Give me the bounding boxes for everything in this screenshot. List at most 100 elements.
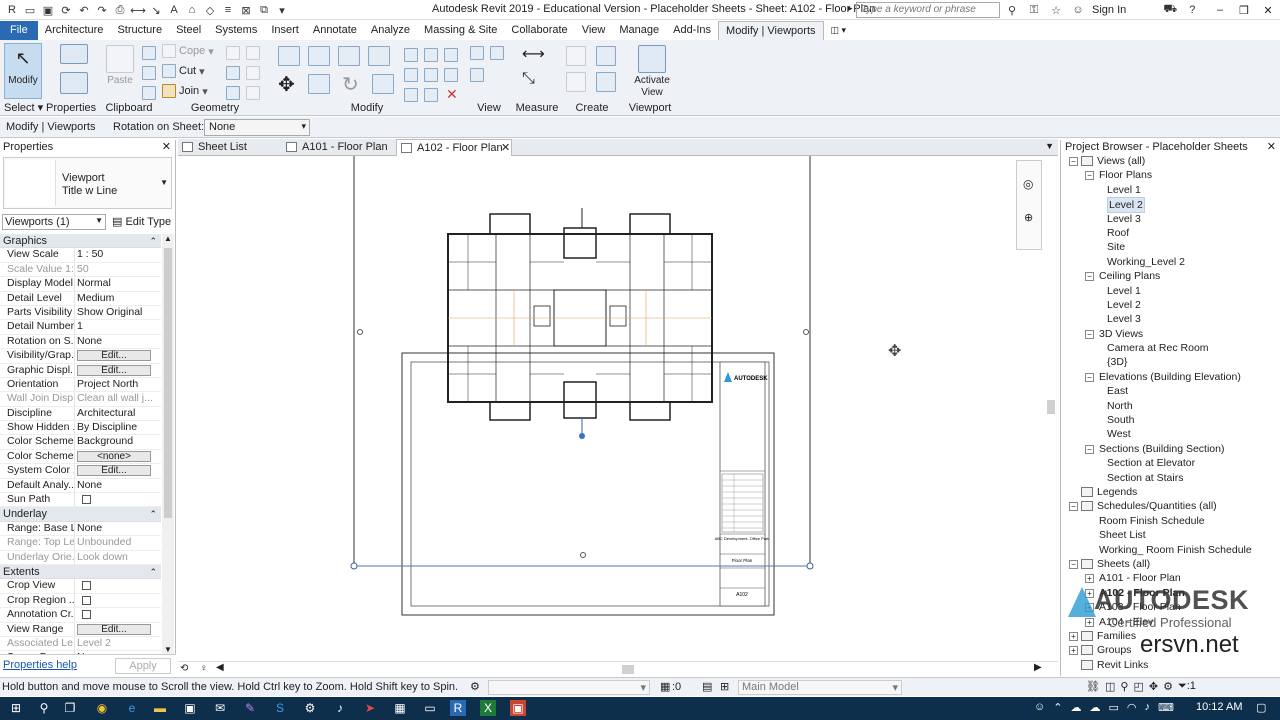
expand-icon[interactable]: + (1085, 588, 1094, 598)
skype-icon[interactable]: S (272, 700, 288, 716)
sync-icon[interactable]: ⟳ (58, 2, 74, 18)
collapse-icon[interactable]: − (1069, 559, 1078, 569)
tree-item[interactable]: Room Finish Schedule (1061, 514, 1280, 528)
app-icon[interactable]: ▦ (392, 700, 408, 716)
tab-a101-floor-plan[interactable]: A101 - Floor Plan (282, 139, 394, 156)
copy-icon[interactable] (308, 74, 330, 94)
minimize-button[interactable]: – (1208, 0, 1232, 20)
close-icon[interactable]: ✕ (1267, 140, 1276, 153)
type-properties-button[interactable] (56, 42, 92, 64)
property-row[interactable]: Default Analy... None (0, 478, 161, 494)
text-icon[interactable]: A (166, 2, 182, 18)
ribbon-tab-structure[interactable]: Structure (110, 21, 169, 40)
edge-icon[interactable]: e (124, 700, 140, 716)
ribbon-tab-steel[interactable]: Steel (169, 21, 208, 40)
tree-item[interactable]: − Schedules/Quantities (all) (1061, 499, 1280, 513)
property-row[interactable]: Discipline Architectural (0, 406, 161, 422)
scroll-left-icon[interactable]: ◀ (216, 662, 224, 673)
hide-in-view-icon[interactable] (470, 46, 484, 60)
property-value[interactable]: None (77, 479, 102, 491)
ribbon-tab-massing-site[interactable]: Massing & Site (417, 21, 504, 40)
zoom-icon[interactable]: ⊕ (1024, 211, 1033, 224)
wifi-icon[interactable]: ◠ (1127, 701, 1137, 714)
property-value[interactable]: Background (77, 435, 133, 447)
tree-item[interactable]: −3D Views (1061, 327, 1280, 341)
keyboard-icon[interactable]: ⌨ (1158, 701, 1174, 714)
section-underlay[interactable]: Underlay ⌃ (0, 507, 161, 522)
apply-button[interactable]: Apply (115, 658, 171, 674)
tree-item[interactable]: Camera at Rec Room (1061, 341, 1280, 355)
select-underlay-icon[interactable]: ◫ (1105, 680, 1115, 693)
rotation-select[interactable]: None ▾ (204, 119, 310, 136)
select-dropdown[interactable]: Select ▾ (4, 101, 44, 114)
expand-icon[interactable]: + (1085, 617, 1094, 627)
tree-item[interactable]: South (1061, 413, 1280, 427)
properties-scrollbar[interactable]: ▲ ▼ (162, 234, 174, 654)
delete-icon[interactable]: ✕ (446, 86, 458, 103)
notifications-icon[interactable]: ▢ (1256, 701, 1266, 714)
collapse-icon[interactable]: − (1069, 157, 1078, 166)
tree-item[interactable]: Level 3 (1061, 212, 1280, 226)
file-explorer-icon[interactable]: ▬ (152, 700, 168, 716)
tree-item[interactable]: East (1061, 384, 1280, 398)
measure-icon[interactable]: ⟷ (130, 2, 146, 18)
property-value[interactable]: None (77, 522, 102, 534)
linework-icon[interactable] (470, 68, 484, 82)
property-row[interactable]: Rotation on S... None (0, 334, 161, 350)
view-control-icon[interactable]: ⟲ (180, 663, 188, 674)
create-assembly-icon[interactable] (566, 72, 586, 92)
customize-qat-icon[interactable]: ▾ (274, 2, 290, 18)
print-icon[interactable]: ⎙ (112, 2, 128, 18)
property-edit-button[interactable]: Edit... (77, 465, 151, 477)
pin-icon[interactable] (404, 68, 418, 82)
collapse-icon[interactable]: − (1069, 502, 1078, 512)
tree-item[interactable]: Roof (1061, 226, 1280, 240)
create-similar-icon[interactable] (566, 46, 586, 66)
sign-in-button[interactable]: Sign In (1092, 4, 1126, 16)
activate-view-button[interactable]: Activate View (632, 43, 672, 99)
cloud-icon[interactable]: ☁ (1070, 701, 1081, 714)
property-checkbox[interactable] (82, 581, 91, 591)
property-value[interactable]: 1 (77, 320, 83, 332)
property-row[interactable]: Color Scheme... Background (0, 435, 161, 450)
revit-taskbar-icon[interactable]: R (450, 700, 466, 716)
editable-only-icon[interactable]: ▦ (660, 680, 670, 693)
design-option-icon[interactable]: ⊞ (720, 680, 729, 693)
collapse-icon[interactable]: − (1085, 272, 1094, 282)
user-icon[interactable]: ☺ (1070, 2, 1086, 18)
tree-item[interactable]: Working_Level 2 (1061, 255, 1280, 269)
ribbon-tab-annotate[interactable]: Annotate (306, 21, 364, 40)
binoculars-icon[interactable]: ⚲ (1004, 2, 1020, 18)
mirror-axis-icon[interactable] (338, 46, 360, 66)
collapse-icon[interactable]: − (1085, 329, 1094, 339)
property-row[interactable]: Crop Region ... (0, 593, 161, 609)
excel-icon[interactable]: X (480, 700, 496, 716)
split-icon[interactable] (404, 48, 418, 62)
windows-start-icon[interactable]: ⊞ (8, 700, 24, 716)
cart-icon[interactable]: ⛟ (1162, 2, 1178, 18)
workset-icon[interactable]: ⚙ (470, 680, 480, 693)
property-value[interactable]: Show Original (77, 306, 142, 318)
properties-button[interactable] (56, 70, 92, 94)
measure-between-icon[interactable]: ⟷ (522, 44, 545, 64)
section-extents[interactable]: Extents ⌃ (0, 564, 161, 580)
hide-icon[interactable]: ♀ (200, 663, 208, 674)
tree-item[interactable]: Legends (1061, 485, 1280, 499)
thin-lines-icon[interactable]: ≡ (220, 2, 236, 18)
property-edit-button[interactable]: Edit... (77, 350, 151, 362)
mail-icon[interactable]: ✉ (212, 700, 228, 716)
app-icon[interactable]: ▣ (510, 700, 526, 716)
unpin-icon[interactable] (424, 88, 438, 102)
geometry-tool-icon[interactable] (246, 46, 260, 60)
ribbon-tab-view[interactable]: View (575, 21, 613, 40)
ribbon-tab-insert[interactable]: Insert (264, 21, 306, 40)
collapse-icon[interactable]: ⌃ (149, 507, 157, 521)
copy-clipboard-icon[interactable] (142, 66, 156, 80)
expand-icon[interactable]: + (1069, 646, 1078, 656)
ribbon-toggle-icon[interactable]: ◫ ▾ (824, 21, 854, 40)
property-value[interactable]: Medium (77, 292, 114, 304)
property-row[interactable]: Sun Path (0, 493, 161, 508)
scroll-up-icon[interactable]: ▲ (164, 234, 172, 243)
tree-item[interactable]: − Sheets (all) (1061, 557, 1280, 571)
chrome-icon[interactable]: ◉ (94, 700, 110, 716)
